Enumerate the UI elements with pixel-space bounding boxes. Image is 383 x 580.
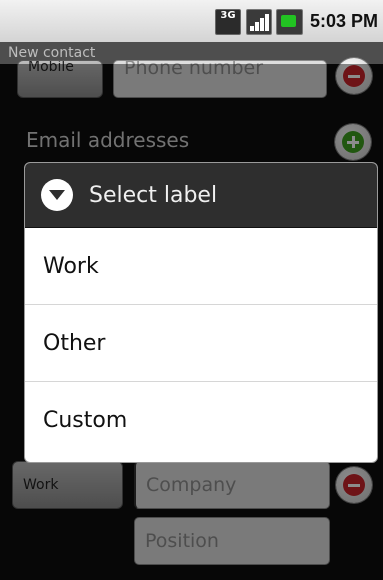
network-3g-icon: 3G bbox=[215, 9, 241, 35]
dialog-header: Select label bbox=[25, 163, 377, 228]
label-option-custom[interactable]: Custom bbox=[25, 382, 377, 459]
status-bar: 3G 5:03 PM bbox=[0, 0, 383, 43]
add-email-button[interactable] bbox=[335, 124, 371, 160]
phone-number-field[interactable]: Phone number bbox=[113, 60, 327, 98]
dialog-title: Select label bbox=[89, 182, 218, 208]
label-option-other[interactable]: Other bbox=[25, 305, 377, 382]
minus-icon bbox=[343, 474, 365, 496]
dropdown-arrow-icon bbox=[41, 179, 73, 211]
phone-label-button[interactable]: Mobile bbox=[17, 60, 103, 98]
battery-charging-icon bbox=[276, 9, 303, 35]
organization-label-button[interactable]: Work bbox=[12, 461, 123, 509]
signal-strength-icon bbox=[246, 9, 272, 35]
remove-phone-button[interactable] bbox=[336, 58, 372, 94]
email-section-title: Email addresses bbox=[26, 128, 190, 152]
remove-organization-button[interactable] bbox=[336, 467, 372, 503]
status-time: 5:03 PM bbox=[310, 11, 379, 31]
company-field[interactable]: Company bbox=[134, 461, 330, 509]
plus-icon bbox=[342, 131, 364, 153]
minus-icon bbox=[343, 65, 365, 87]
label-option-work[interactable]: Work bbox=[25, 228, 377, 305]
select-label-dialog: Select label Work Other Custom bbox=[24, 162, 378, 463]
position-field[interactable]: Position bbox=[134, 517, 330, 565]
